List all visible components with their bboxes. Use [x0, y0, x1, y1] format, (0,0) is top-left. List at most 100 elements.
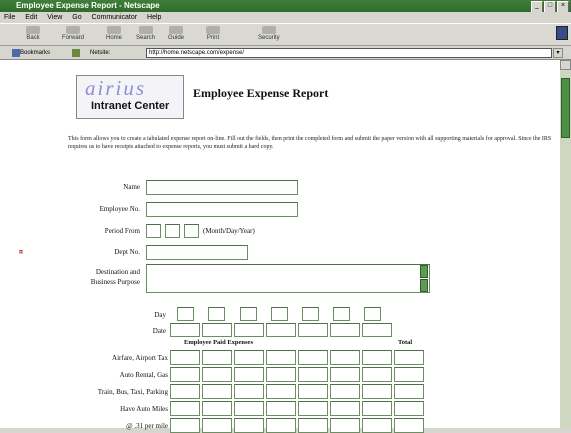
- logo-intranet-center-text: Intranet Center: [91, 100, 170, 112]
- forward-button[interactable]: Forward: [62, 26, 84, 41]
- expense-cell-airfare-6[interactable]: [330, 350, 360, 365]
- url-dropdown-button[interactable]: ▾: [553, 48, 563, 58]
- date-input-4[interactable]: [266, 323, 296, 337]
- expense-cell-auto-rental-5[interactable]: [298, 367, 328, 382]
- expense-cell-auto-rental-3[interactable]: [234, 367, 264, 382]
- period-month-input[interactable]: [146, 224, 161, 238]
- print-button[interactable]: Print: [206, 26, 220, 41]
- expense-cell-per-mile-3[interactable]: [234, 418, 264, 433]
- security-button[interactable]: Security: [258, 26, 280, 41]
- expense-cell-auto-miles-5[interactable]: [298, 401, 328, 416]
- expense-cell-train-bus-3[interactable]: [234, 384, 264, 399]
- guide-icon: [169, 26, 183, 34]
- expense-cell-auto-miles-7[interactable]: [362, 401, 392, 416]
- total-cell-airfare[interactable]: [394, 350, 424, 365]
- total-cell-train-bus[interactable]: [394, 384, 424, 399]
- netscape-throbber-icon: [556, 26, 568, 40]
- menu-bar: File Edit View Go Communicator Help: [0, 12, 571, 23]
- expense-cell-train-bus-6[interactable]: [330, 384, 360, 399]
- menu-go[interactable]: Go: [72, 14, 81, 21]
- name-input[interactable]: [146, 180, 298, 195]
- menu-edit[interactable]: Edit: [25, 14, 37, 21]
- destination-textarea[interactable]: [146, 264, 430, 293]
- expense-cell-auto-miles-6[interactable]: [330, 401, 360, 416]
- expense-cell-airfare-3[interactable]: [234, 350, 264, 365]
- day-input-1[interactable]: [177, 307, 194, 321]
- page-proxy-icon: [72, 49, 80, 57]
- expense-cell-auto-miles-4[interactable]: [266, 401, 296, 416]
- day-input-5[interactable]: [302, 307, 319, 321]
- day-input-4[interactable]: [271, 307, 288, 321]
- expense-cell-auto-miles-3[interactable]: [234, 401, 264, 416]
- home-icon: [107, 26, 121, 34]
- date-input-3[interactable]: [234, 323, 264, 337]
- expense-cell-train-bus-5[interactable]: [298, 384, 328, 399]
- bookmarks-button[interactable]: Bookmarks: [20, 46, 50, 60]
- expense-cell-airfare-2[interactable]: [202, 350, 232, 365]
- menu-view[interactable]: View: [47, 14, 62, 21]
- dept-no-input[interactable]: [146, 245, 248, 260]
- employee-no-input[interactable]: [146, 202, 298, 217]
- total-cell-auto-miles[interactable]: [394, 401, 424, 416]
- expense-cell-per-mile-6[interactable]: [330, 418, 360, 433]
- expense-cell-train-bus-4[interactable]: [266, 384, 296, 399]
- expense-cell-auto-miles-2[interactable]: [202, 401, 232, 416]
- employee-paid-expenses-header: Employee Paid Expenses: [184, 339, 253, 346]
- date-input-5[interactable]: [298, 323, 328, 337]
- netsite-label: Netsite:: [90, 50, 111, 56]
- expense-cell-train-bus-2[interactable]: [202, 384, 232, 399]
- total-cell-auto-rental[interactable]: [394, 367, 424, 382]
- expense-row-label-train-bus: Train, Bus, Taxi, Parking: [97, 388, 168, 396]
- expense-cell-auto-rental-6[interactable]: [330, 367, 360, 382]
- search-button[interactable]: Search: [136, 26, 155, 41]
- expense-cell-auto-rental-7[interactable]: [362, 367, 392, 382]
- scrollbar-thumb[interactable]: [561, 78, 570, 138]
- expense-cell-train-bus-1[interactable]: [170, 384, 200, 399]
- expense-cell-per-mile-4[interactable]: [266, 418, 296, 433]
- destination-label-line1: Destination and: [95, 268, 140, 276]
- expense-cell-per-mile-1[interactable]: [170, 418, 200, 433]
- destination-label-line2: Business Purpose: [90, 278, 140, 286]
- expense-cell-auto-rental-2[interactable]: [202, 367, 232, 382]
- period-year-input[interactable]: [184, 224, 199, 238]
- url-field[interactable]: http://home.netscape.com/expense/: [146, 48, 552, 58]
- expense-cell-auto-miles-1[interactable]: [170, 401, 200, 416]
- expense-row-label-auto-rental: Auto Rental, Gas: [119, 371, 168, 379]
- expense-cell-airfare-4[interactable]: [266, 350, 296, 365]
- guide-button[interactable]: Guide: [168, 26, 184, 41]
- menu-help[interactable]: Help: [147, 14, 161, 21]
- date-input-2[interactable]: [202, 323, 232, 337]
- day-input-2[interactable]: [208, 307, 225, 321]
- back-icon: [26, 26, 40, 34]
- expense-cell-per-mile-2[interactable]: [202, 418, 232, 433]
- day-input-3[interactable]: [240, 307, 257, 321]
- date-input-7[interactable]: [362, 323, 392, 337]
- forward-icon: [66, 26, 80, 34]
- expense-cell-airfare-7[interactable]: [362, 350, 392, 365]
- total-header: Total: [398, 339, 413, 346]
- home-label: Home: [106, 35, 123, 41]
- scroll-up-button[interactable]: [560, 60, 571, 70]
- back-button[interactable]: Back: [26, 26, 40, 41]
- date-input-1[interactable]: [170, 323, 200, 337]
- print-label: Print: [206, 35, 220, 41]
- expense-cell-auto-rental-1[interactable]: [170, 367, 200, 382]
- home-button[interactable]: Home: [106, 26, 122, 41]
- search-icon: [138, 26, 153, 34]
- total-cell-per-mile[interactable]: [394, 418, 424, 433]
- period-day-input[interactable]: [165, 224, 180, 238]
- date-input-6[interactable]: [330, 323, 360, 337]
- expense-cell-airfare-5[interactable]: [298, 350, 328, 365]
- menu-file[interactable]: File: [4, 14, 15, 21]
- expense-cell-airfare-1[interactable]: [170, 350, 200, 365]
- day-input-7[interactable]: [364, 307, 381, 321]
- menu-communicator[interactable]: Communicator: [92, 14, 138, 21]
- expense-cell-auto-rental-4[interactable]: [266, 367, 296, 382]
- expense-cell-per-mile-5[interactable]: [298, 418, 328, 433]
- expense-cell-train-bus-7[interactable]: [362, 384, 392, 399]
- guide-label: Guide: [168, 35, 185, 41]
- textarea-scroll-up[interactable]: [420, 265, 428, 278]
- textarea-scroll-down[interactable]: [420, 279, 428, 292]
- expense-cell-per-mile-7[interactable]: [362, 418, 392, 433]
- day-input-6[interactable]: [333, 307, 350, 321]
